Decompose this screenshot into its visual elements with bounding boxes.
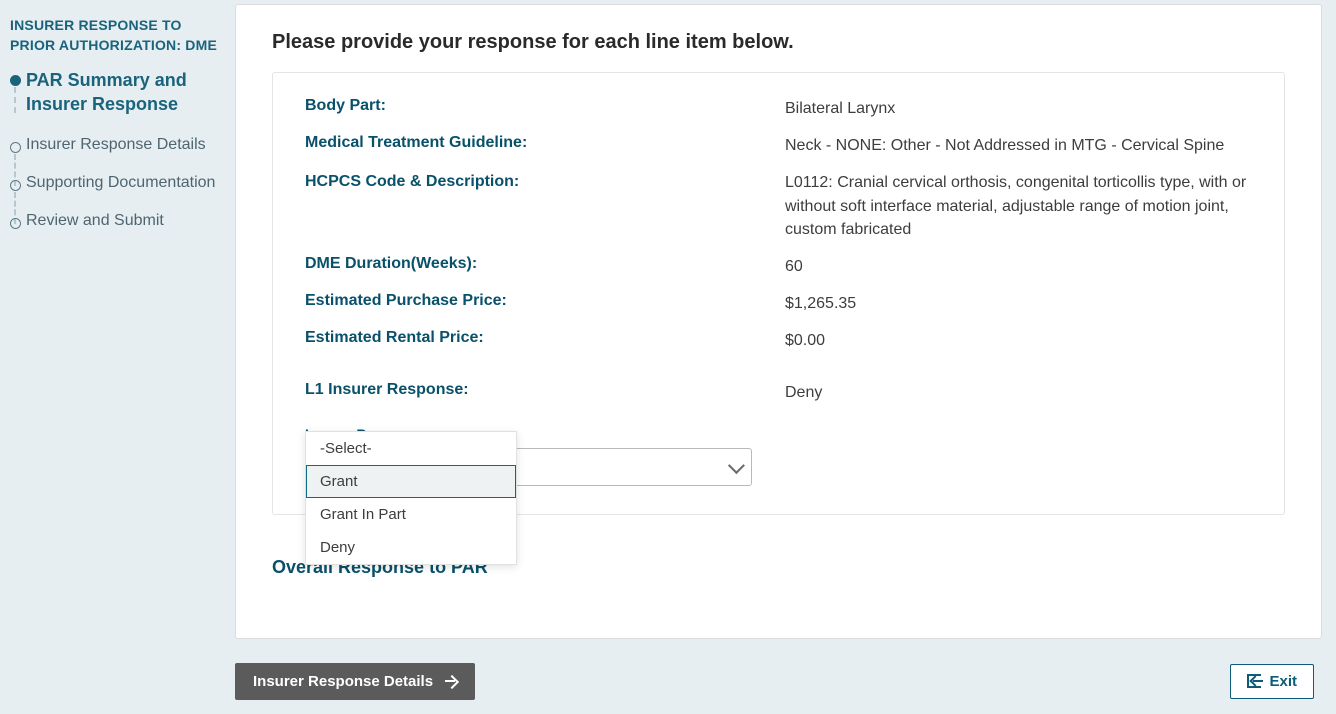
purchase-label: Estimated Purchase Price: xyxy=(305,292,785,310)
nav-link[interactable]: PAR Summary and Insurer Response xyxy=(26,69,225,116)
card: Please provide your response for each li… xyxy=(235,4,1322,639)
nav-item-review-submit[interactable]: Review and Submit xyxy=(10,212,225,230)
next-button-label: Insurer Response Details xyxy=(253,673,433,690)
nav-link[interactable]: Insurer Response Details xyxy=(26,136,225,154)
dropdown-option-select[interactable]: -Select- xyxy=(306,432,516,465)
rental-value: $0.00 xyxy=(785,329,1276,352)
mtg-label: Medical Treatment Guideline: xyxy=(305,134,785,152)
insurer-response-dropdown[interactable]: -Select- Grant Grant In Part Deny xyxy=(305,431,517,565)
dropdown-option-deny[interactable]: Deny xyxy=(306,531,516,564)
sidebar-title: INSURER RESPONSE TO PRIOR AUTHORIZATION:… xyxy=(10,16,225,55)
nav-link[interactable]: Review and Submit xyxy=(26,212,225,230)
exit-icon xyxy=(1247,674,1261,688)
body-part-label: Body Part: xyxy=(305,97,785,115)
next-button[interactable]: Insurer Response Details xyxy=(235,663,475,700)
dropdown-option-grant[interactable]: Grant xyxy=(306,465,516,498)
l1-value: Deny xyxy=(785,381,1276,404)
page-title: Please provide your response for each li… xyxy=(272,31,1285,54)
rental-label: Estimated Rental Price: xyxy=(305,329,785,347)
main: Please provide your response for each li… xyxy=(235,0,1336,714)
line-item-panel: Body Part: Bilateral Larynx Medical Trea… xyxy=(272,72,1285,515)
hcpcs-label: HCPCS Code & Description: xyxy=(305,171,785,191)
caret-down-icon xyxy=(728,457,745,474)
purchase-value: $1,265.35 xyxy=(785,292,1276,315)
nav-item-supporting-docs[interactable]: Supporting Documentation xyxy=(10,174,225,192)
duration-value: 60 xyxy=(785,255,1276,278)
hcpcs-value: L0112: Cranial cervical orthosis, congen… xyxy=(785,171,1276,241)
dropdown-option-grant-in-part[interactable]: Grant In Part xyxy=(306,498,516,531)
step-nav: PAR Summary and Insurer Response Insurer… xyxy=(10,69,225,230)
l1-label: L1 Insurer Response: xyxy=(305,381,785,399)
nav-item-response-details[interactable]: Insurer Response Details xyxy=(10,136,225,154)
body-part-value: Bilateral Larynx xyxy=(785,97,1276,120)
sidebar: INSURER RESPONSE TO PRIOR AUTHORIZATION:… xyxy=(0,0,235,714)
exit-button-label: Exit xyxy=(1269,673,1297,690)
exit-button[interactable]: Exit xyxy=(1230,664,1314,699)
mtg-value: Neck - NONE: Other - Not Addressed in MT… xyxy=(785,134,1276,157)
footer-bar: Insurer Response Details Exit xyxy=(235,663,1322,700)
nav-link[interactable]: Supporting Documentation xyxy=(26,174,225,192)
duration-label: DME Duration(Weeks): xyxy=(305,255,785,273)
arrow-right-icon xyxy=(445,675,457,687)
nav-item-par-summary[interactable]: PAR Summary and Insurer Response xyxy=(10,69,225,116)
